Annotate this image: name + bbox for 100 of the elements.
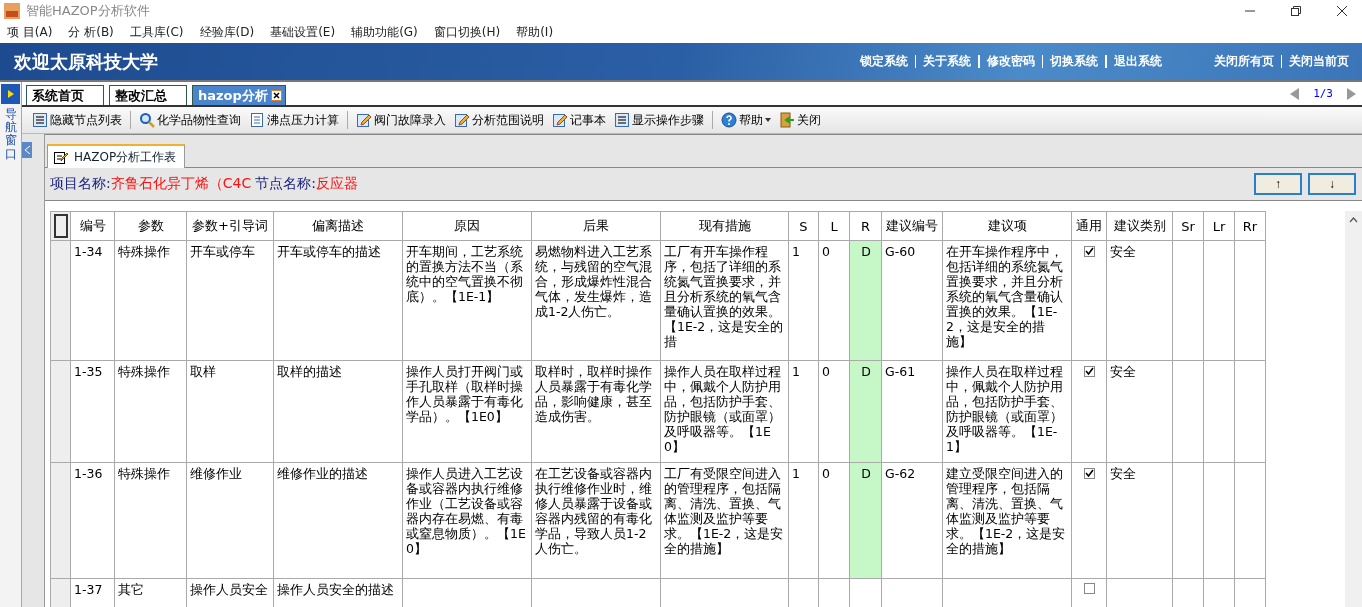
column-header: Rr (1234, 211, 1266, 241)
risk-cell: D (849, 240, 882, 361)
help-icon (721, 112, 737, 128)
toolbar-button[interactable]: 沸点压力计算 (247, 111, 341, 129)
table-cell: 在开车操作程序中，包括详细的系统氮气置换要求，并且分析系统的氧气含量确认置换的效果。【1E-2，这是安全的措施】 (946, 244, 1063, 349)
table-cell: 工厂有开车操作程序，包括了详细的系统氮气置换要求，并且分析系统的氧气含量确认置换的效果。【1E-2，这是安全的措 (664, 244, 784, 349)
menu-item[interactable]: 分 析(B) (68, 24, 114, 41)
toolbar-button[interactable]: 记事本 (550, 111, 608, 129)
list-icon (614, 112, 630, 128)
table-cell: 安全 (1110, 466, 1136, 481)
table-cell: 操作人员打开阀门或手孔取样（取样时操作人员暴露于有毒化学品）。【1E0】 (406, 364, 523, 424)
toolbar-button[interactable]: 分析范围说明 (452, 111, 546, 129)
table-cell: 维修作业的描述 (277, 466, 368, 481)
checkbox[interactable] (1084, 366, 1095, 377)
table-cell: 特殊操作 (118, 244, 170, 259)
scrollbar[interactable] (1345, 211, 1362, 607)
table-cell: G-62 (885, 466, 916, 481)
table-cell: 安全 (1110, 244, 1136, 259)
worksheet-tab[interactable]: HAZOP分析工作表 (47, 144, 186, 168)
banner-link[interactable]: 关闭所有页 (1206, 53, 1281, 70)
toolbar-button[interactable]: 阀门故障录入 (354, 111, 448, 129)
banner-link[interactable]: 切换系统 (1043, 53, 1105, 70)
banner-link[interactable]: 锁定系统 (852, 53, 915, 70)
menu-item[interactable]: 辅助功能(G) (351, 24, 418, 41)
search-icon (139, 112, 155, 128)
table-cell: 易燃物料进入工艺系统，与残留的空气混合，形成爆炸性混合气体，发生爆炸，造成1-2人伤亡。 (535, 244, 652, 319)
toolbar-button[interactable]: 显示操作步骤 (612, 111, 706, 129)
edit-icon (53, 149, 68, 165)
table-cell: 在工艺设备或容器内执行维修作业时，维修人员暴露于设备或容器内残留的有毒化学品，导致人员1-2人伤亡。 (535, 466, 652, 556)
checkbox[interactable] (1084, 246, 1095, 257)
previous-icon[interactable] (1290, 87, 1300, 100)
checkbox[interactable] (1084, 583, 1095, 594)
welcome-title: 欢迎太原科技大学 (14, 49, 158, 74)
move-button[interactable]: ↑ (1254, 173, 1302, 195)
column-header: 现有措施 (660, 211, 789, 241)
scroll-up-icon[interactable] (1349, 217, 1358, 223)
project-name: 齐鲁石化异丁烯（C4C (110, 175, 252, 193)
nav-toggle-button[interactable] (1, 84, 20, 104)
column-header: Sr (1172, 211, 1204, 241)
tab[interactable]: 整改汇总 (109, 85, 187, 105)
project-label: 项目名称: (50, 175, 111, 193)
toolbar-button[interactable]: 化学品物性查询 (137, 111, 243, 129)
banner-link[interactable]: 退出系统 (1106, 53, 1169, 70)
table-cell: 操作人员在取样过程中，佩戴个人防护用品，包括防护手套、防护眼镜（或面罩）及呼吸器等。【1E0】 (664, 364, 781, 454)
column-header: 建议项 (942, 211, 1072, 241)
restore-icon[interactable] (1290, 5, 1302, 17)
select-all-cell[interactable] (53, 214, 68, 238)
menu-item[interactable]: 帮助(I) (516, 24, 554, 41)
menu-item[interactable]: 基础设置(E) (270, 24, 336, 41)
column-header: R (849, 211, 882, 241)
table-cell: G-61 (885, 364, 916, 379)
table-cell: 其它 (118, 582, 144, 597)
menu-item[interactable]: 项 目(A) (7, 24, 53, 41)
column-header: Lr (1203, 211, 1235, 241)
column-header: L (818, 211, 850, 241)
table-cell: 0 (822, 364, 830, 379)
toolbar-button[interactable]: 帮助 (719, 111, 773, 129)
table-cell: 操作人员进入工艺设备或容器内执行维修作业（工艺设备或容器内存在易燃、有毒或窒息物质）。【1E0】 (406, 466, 526, 556)
risk-cell: D (849, 360, 882, 463)
table-cell: 特殊操作 (118, 466, 170, 481)
table-cell: 1-35 (74, 364, 103, 379)
close-icon[interactable] (270, 90, 282, 101)
collapse-button[interactable] (22, 142, 32, 158)
table-cell: 工厂有受限空间进入的管理程序，包括隔离、清洗、置换、气体监测及监护等要求。【1E-2，这是安全的措施】 (664, 466, 784, 556)
banner-link[interactable]: 关于系统 (916, 53, 978, 70)
table-cell: 维修作业 (190, 466, 242, 481)
table-cell: 操作人员安全 (190, 582, 268, 597)
tab[interactable]: 系统首页 (26, 85, 104, 105)
table-cell: 1 (792, 364, 800, 379)
table-cell: 安全 (1110, 364, 1136, 379)
door-icon (779, 112, 795, 128)
close-icon[interactable] (1336, 5, 1348, 17)
window-title: 智能HAZOP分析软件 (26, 2, 150, 20)
table-cell: 取样 (190, 364, 216, 379)
table-cell: 0 (822, 466, 830, 481)
pencil-icon (552, 112, 568, 128)
toolbar-button[interactable]: 关闭 (777, 111, 823, 129)
banner-link[interactable]: 关闭当前页 (1282, 53, 1356, 70)
app-icon (4, 3, 20, 19)
tab[interactable]: hazop分析 (192, 85, 286, 105)
column-header: 建议编号 (881, 211, 943, 241)
table-cell: G-60 (885, 244, 916, 259)
table-cell: 1-37 (74, 582, 103, 597)
checkbox[interactable] (1084, 468, 1095, 479)
table-cell: 建立受限空间进入的管理程序，包括隔离、清洗、置换、气体监测及监护等要求。【1E-2，这是安全的措施】 (946, 466, 1066, 556)
column-header: 原因 (402, 211, 532, 241)
column-header: 编号 (70, 211, 115, 241)
menu-item[interactable]: 经验库(D) (199, 24, 255, 41)
move-button[interactable]: ↓ (1308, 173, 1356, 195)
table-cell: 取样时，取样时操作人员暴露于有毒化学品，影响健康，甚至造成伤害。 (535, 364, 652, 424)
toolbar-button[interactable]: 隐藏节点列表 (30, 111, 124, 129)
menu-item[interactable]: 窗口切换(H) (433, 24, 501, 41)
table-cell: 特殊操作 (118, 364, 170, 379)
banner-link[interactable]: 修改密码 (979, 53, 1042, 70)
table-cell: 1-34 (74, 244, 103, 259)
nav-window-label[interactable]: 导航窗口 (4, 108, 17, 161)
next-icon[interactable] (1347, 87, 1356, 100)
table-cell: 1 (792, 244, 800, 259)
column-header: 偏离描述 (273, 211, 403, 241)
menu-item[interactable]: 工具库(C) (129, 24, 184, 41)
